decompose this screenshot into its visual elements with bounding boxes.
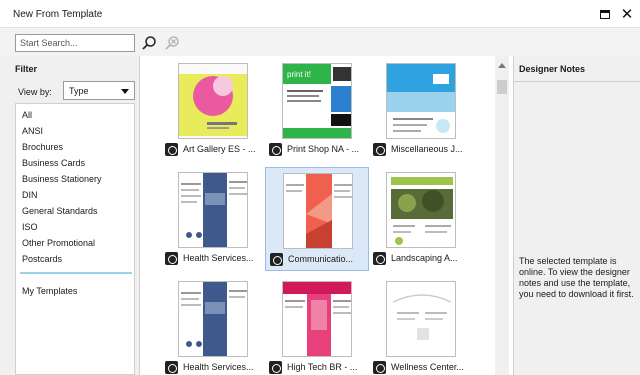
filter-item-ansi[interactable]: ANSI — [22, 126, 43, 136]
online-template-icon — [269, 361, 282, 374]
template-card[interactable]: Miscellaneous J... — [369, 58, 473, 162]
view-by-label: View by: — [18, 87, 52, 97]
filter-item-postcards[interactable]: Postcards — [22, 254, 62, 264]
window-title: New From Template — [13, 9, 103, 20]
template-name: Print Shop NA - ... — [287, 144, 360, 154]
template-label: Health Services... — [165, 361, 265, 375]
scroll-thumb[interactable] — [497, 80, 507, 94]
template-name: Landscaping A... — [391, 253, 458, 263]
filter-separator — [20, 272, 132, 274]
online-template-icon — [373, 361, 386, 374]
template-thumbnail — [178, 63, 248, 139]
title-bar: New From Template ✕ — [0, 0, 640, 28]
template-card[interactable]: Art Gallery ES - ... — [161, 58, 265, 162]
filter-item-brochures[interactable]: Brochures — [22, 142, 63, 152]
template-name: Health Services... — [183, 253, 254, 263]
maximize-button[interactable] — [596, 5, 614, 23]
template-thumbnail — [178, 172, 248, 248]
filter-heading: Filter — [15, 64, 38, 74]
template-thumbnail — [178, 281, 248, 357]
view-by-value: Type — [69, 86, 89, 96]
filter-item-all[interactable]: All — [22, 110, 32, 120]
template-card[interactable]: High Tech BR - ... — [265, 276, 369, 375]
online-template-icon — [270, 253, 283, 266]
template-label: Miscellaneous J... — [373, 143, 473, 157]
template-name: Health Services... — [183, 362, 254, 372]
template-label: Print Shop NA - ... — [269, 143, 369, 157]
search-toolbar — [0, 28, 640, 56]
svg-text:print it!: print it! — [287, 70, 311, 79]
filter-item-my-templates[interactable]: My Templates — [22, 286, 77, 296]
template-label: Communicatio... — [270, 253, 370, 267]
template-thumbnail — [283, 173, 353, 249]
template-thumbnail — [386, 63, 456, 139]
template-card-selected[interactable]: Communicatio... — [265, 167, 369, 271]
notes-divider — [514, 81, 640, 82]
filter-item-business-stationery[interactable]: Business Stationery — [22, 174, 102, 184]
search-icon[interactable] — [141, 35, 157, 51]
online-template-icon — [269, 143, 282, 156]
search-input[interactable] — [15, 34, 135, 52]
online-template-icon — [165, 143, 178, 156]
filter-list: All ANSI Brochures Business Cards Busine… — [15, 103, 135, 375]
template-label: Wellness Center... — [373, 361, 473, 375]
clear-search-icon[interactable] — [164, 35, 180, 51]
grid-scrollbar[interactable] — [495, 56, 509, 375]
online-template-icon — [165, 361, 178, 374]
online-template-icon — [165, 252, 178, 265]
template-card[interactable]: print it! Print Shop NA - ... — [265, 58, 369, 162]
template-name: High Tech BR - ... — [287, 362, 358, 372]
filter-item-general-standards[interactable]: General Standards — [22, 206, 98, 216]
scroll-up-icon[interactable] — [498, 63, 506, 68]
template-thumbnail — [282, 281, 352, 357]
template-label: Landscaping A... — [373, 252, 473, 266]
template-label: High Tech BR - ... — [269, 361, 369, 375]
online-template-icon — [373, 252, 386, 265]
template-card[interactable]: Health Services... — [161, 276, 265, 375]
template-thumbnail — [386, 172, 456, 248]
template-name: Miscellaneous J... — [391, 144, 463, 154]
template-card[interactable]: Wellness Center... — [369, 276, 473, 375]
template-card[interactable]: Landscaping A... — [369, 167, 473, 271]
filter-panel: Filter View by: Type All ANSI Brochures … — [0, 56, 140, 375]
template-card[interactable]: Health Services... — [161, 167, 265, 271]
template-thumbnail — [386, 281, 456, 357]
designer-notes-panel: Designer Notes The selected template is … — [513, 56, 640, 375]
filter-item-iso[interactable]: ISO — [22, 222, 38, 232]
template-name: Wellness Center... — [391, 362, 464, 372]
template-label: Art Gallery ES - ... — [165, 143, 265, 157]
view-by-dropdown[interactable]: Type — [63, 81, 135, 100]
online-template-icon — [373, 143, 386, 156]
filter-item-other-promotional[interactable]: Other Promotional — [22, 238, 95, 248]
template-name: Art Gallery ES - ... — [183, 144, 256, 154]
template-thumbnail: print it! — [282, 63, 352, 139]
filter-item-business-cards[interactable]: Business Cards — [22, 158, 85, 168]
template-grid: Art Gallery ES - ... print it! Print Sho… — [143, 56, 495, 375]
template-label: Health Services... — [165, 252, 265, 266]
close-icon: ✕ — [620, 5, 634, 23]
chevron-down-icon — [121, 89, 129, 94]
close-button[interactable]: ✕ — [618, 5, 636, 23]
designer-notes-text: The selected template is online. To view… — [519, 256, 634, 299]
designer-notes-heading: Designer Notes — [519, 64, 586, 74]
maximize-icon — [600, 9, 610, 19]
filter-item-din[interactable]: DIN — [22, 190, 38, 200]
template-name: Communicatio... — [288, 254, 354, 264]
